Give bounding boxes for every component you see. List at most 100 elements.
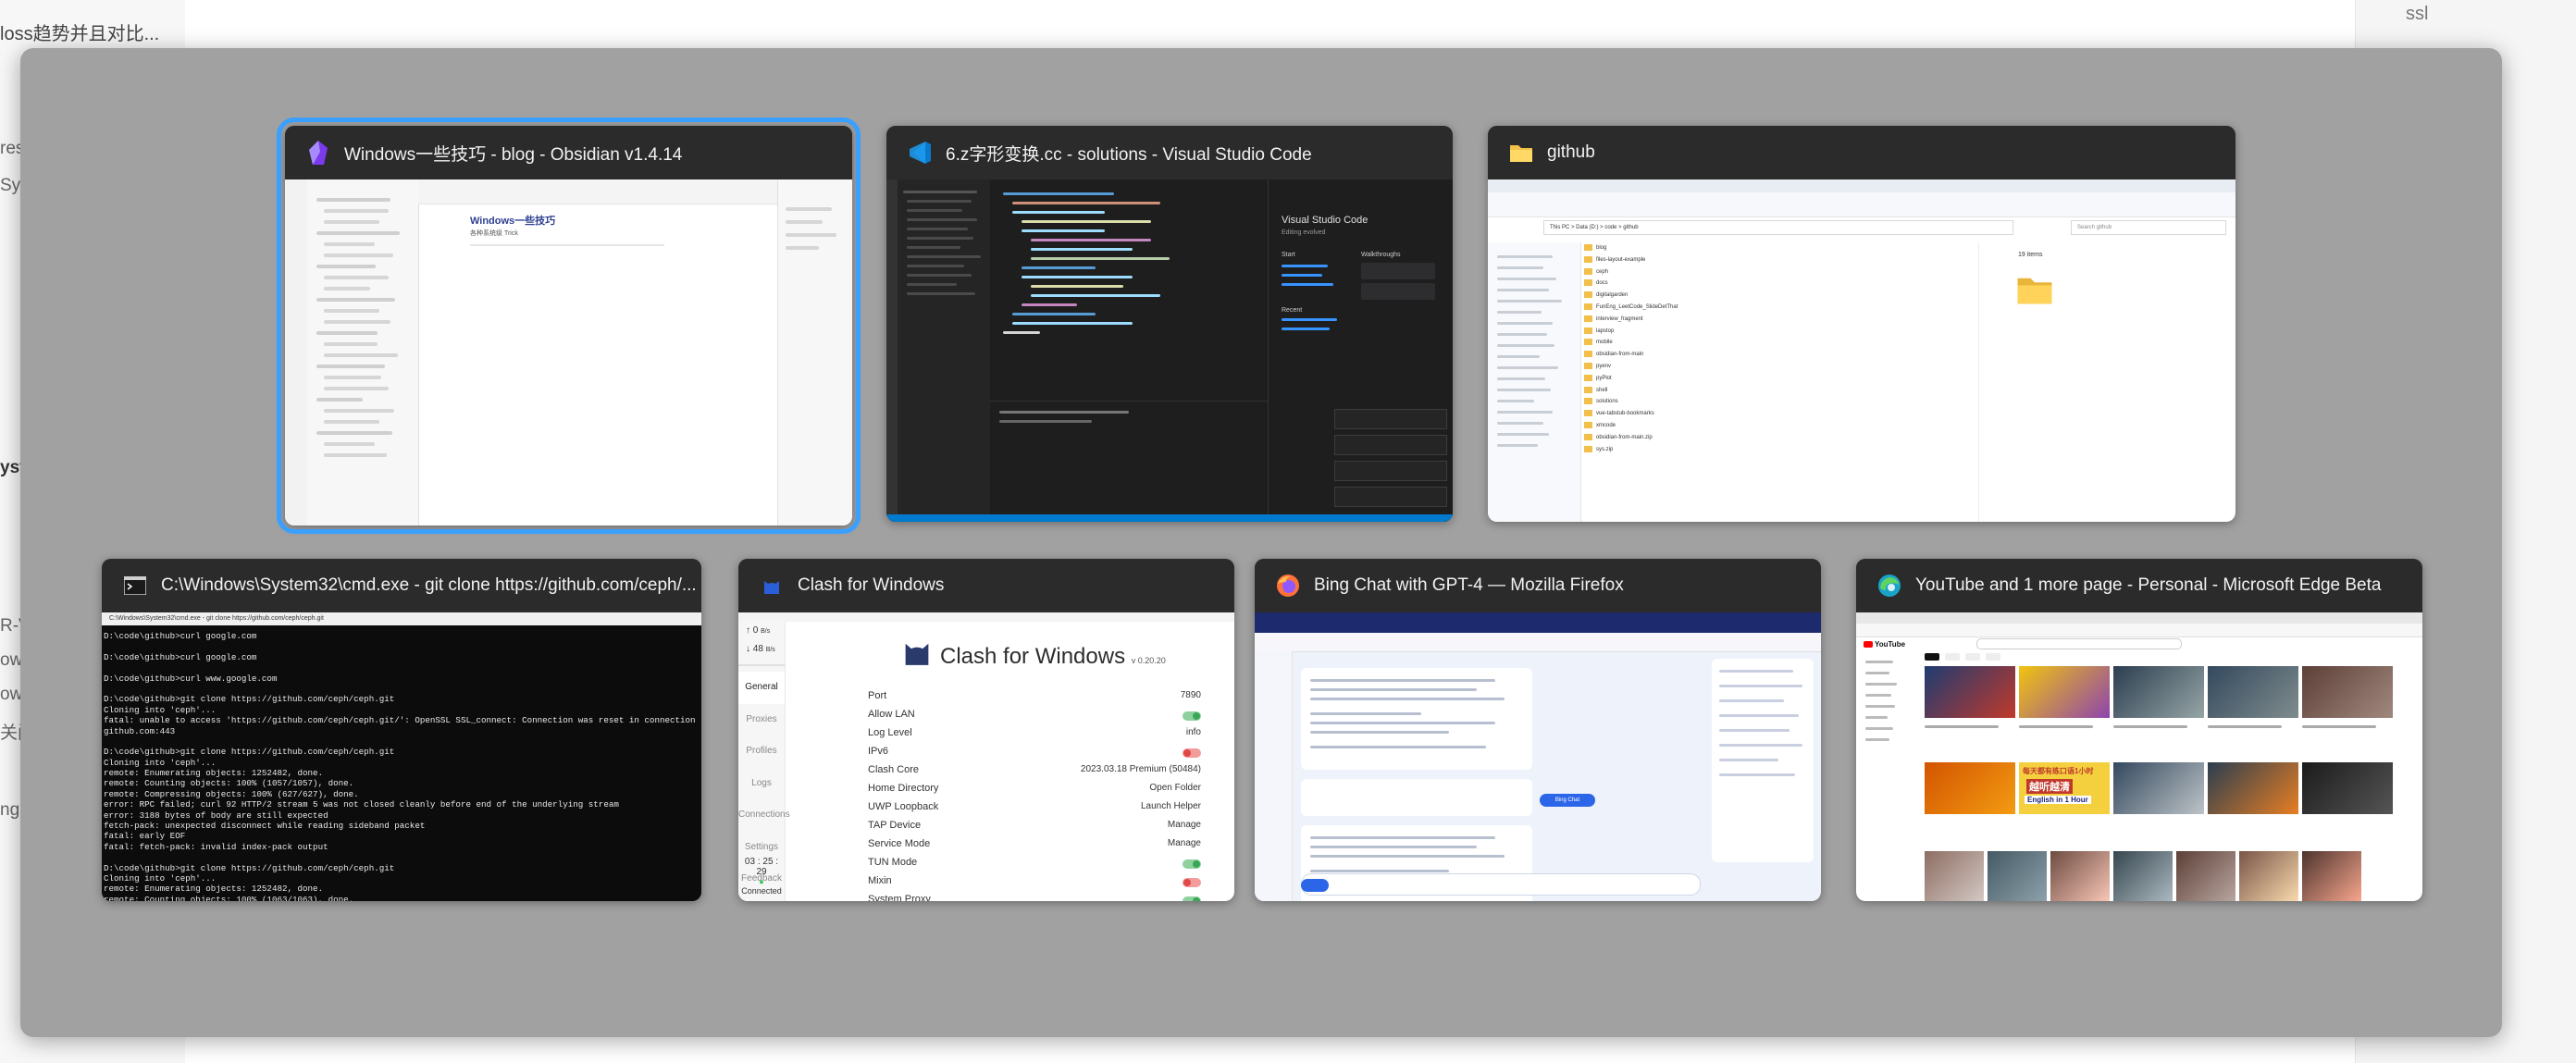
- clash-setting-row: UWP Loopback Launch Helper: [868, 801, 1201, 820]
- explorer-folder-row[interactable]: obsidian-from-main: [1580, 351, 1969, 362]
- explorer-folder-row[interactable]: pyPlot: [1580, 374, 1969, 386]
- clash-setting-label: UWP Loopback: [868, 801, 939, 812]
- folder-icon: [1584, 267, 1592, 275]
- clash-setting-value[interactable]: info: [1186, 727, 1201, 737]
- folder-icon: [1584, 363, 1592, 369]
- clash-setting-label: System Proxy: [868, 894, 931, 901]
- clash-setting-label: TUN Mode: [868, 857, 918, 868]
- clash-setting-row: Home Directory Open Folder: [868, 783, 1201, 801]
- explorer-folder-row[interactable]: files-layout-example: [1580, 255, 1969, 267]
- clash-toggle[interactable]: [1183, 748, 1201, 758]
- cmd-line: remote: Compressing objects: 100% (627/6…: [104, 788, 359, 799]
- obsidian-preview: Windows一些技巧 各种系统级 Trick: [285, 179, 852, 525]
- explorer-folder-row[interactable]: mobile: [1580, 339, 1969, 350]
- explorer-folder-row[interactable]: ceph: [1580, 267, 1969, 279]
- obsidian-icon: [305, 140, 331, 166]
- clash-setting-value[interactable]: 7890: [1181, 690, 1201, 700]
- background-fragment: ow: [0, 685, 23, 704]
- explorer-folder-name: interview_fragment: [1596, 315, 1643, 322]
- explorer-folder-row[interactable]: blog: [1580, 244, 1969, 255]
- explorer-folder-row[interactable]: vue-tabstub-bookmarks: [1580, 410, 1969, 421]
- explorer-folder-row[interactable]: interview_fragment: [1580, 315, 1969, 327]
- folder-icon: [1584, 303, 1592, 310]
- clash-nav-connections[interactable]: Connections: [738, 799, 790, 832]
- explorer-preview: This PC > Data (D:) > code > github Sear…: [1488, 179, 2235, 522]
- folder-icon: [1584, 398, 1592, 405]
- explorer-folder-name: vue-tabstub-bookmarks: [1596, 411, 1654, 417]
- cmd-line: [104, 662, 698, 673]
- folder-icon: [1584, 410, 1592, 417]
- explorer-folder-row[interactable]: sys.zip: [1580, 445, 1969, 457]
- obsidian-note-sub: 各种系统级 Trick: [470, 230, 518, 237]
- cmd-output: D:\code\github>curl google.com D:\code\gi…: [104, 631, 698, 901]
- clash-nav-logs[interactable]: Logs: [738, 768, 785, 800]
- explorer-folder-name: blog: [1596, 245, 1607, 252]
- clash-timer: 03 : 25 : 29: [744, 857, 779, 877]
- window-thumbnail-vscode[interactable]: 6.z字形变换.cc - solutions - Visual Studio C…: [886, 126, 1453, 522]
- clash-nav-profiles[interactable]: Profiles: [738, 735, 785, 768]
- cmd-line: D:\code\github>git clone https://github.…: [104, 862, 395, 873]
- clash-setting-value[interactable]: Manage: [1168, 820, 1201, 830]
- folder-icon: [1584, 244, 1592, 251]
- explorer-folder-name: lapstop: [1596, 328, 1615, 334]
- explorer-folder-row[interactable]: xmcode: [1580, 422, 1969, 433]
- clash-status: ● Connected: [741, 877, 782, 896]
- explorer-folder-row[interactable]: lapstop: [1580, 327, 1969, 339]
- explorer-items-count: 19 items: [2018, 252, 2043, 258]
- cmd-inner-title: C:\Windows\System32\cmd.exe - git clone …: [102, 612, 701, 625]
- clash-setting-label: IPv6: [868, 746, 889, 757]
- window-thumbnail-firefox[interactable]: Bing Chat with GPT-4 — Mozilla Firefox B…: [1255, 559, 1821, 901]
- clash-icon: [759, 573, 785, 599]
- explorer-folder-row[interactable]: FunEng_LeetCode_SlideDetThat: [1580, 303, 1969, 315]
- window-thumbnail-clash[interactable]: Clash for Windows ↑ 0 B/s ↓ 48 B/s Gener…: [738, 559, 1234, 901]
- explorer-folder-name: digitalgarden: [1596, 292, 1629, 299]
- clash-nav-general[interactable]: General: [738, 672, 785, 704]
- youtube-banner-thumbnail[interactable]: 每天都有练口语1小时 越听越清 English in 1 Hour: [2019, 762, 2110, 814]
- window-thumbnail-obsidian[interactable]: Windows一些技巧 - blog - Obsidian v1.4.14 Wi…: [277, 117, 861, 534]
- explorer-folder-row[interactable]: solutions: [1580, 398, 1969, 409]
- explorer-folder-row[interactable]: shell: [1580, 386, 1969, 398]
- clash-setting-value[interactable]: 2023.03.18 Premium (50484): [1081, 764, 1201, 774]
- explorer-folder-row[interactable]: docs: [1580, 279, 1969, 290]
- clash-setting-row: System Proxy: [868, 894, 1201, 901]
- youtube-logo: YouTube: [1864, 640, 1905, 649]
- clash-setting-row: Log Level info: [868, 727, 1201, 746]
- folder-icon: [1584, 422, 1592, 428]
- window-thumbnail-edge[interactable]: YouTube and 1 more page - Personal - Mic…: [1856, 559, 2422, 901]
- firefox-preview: Bing Chat: [1255, 612, 1821, 901]
- cmd-line: fatal: early EOF: [104, 831, 186, 842]
- window-titlebar: C:\Windows\System32\cmd.exe - git clone …: [102, 559, 701, 612]
- explorer-folder-name: shell: [1596, 387, 1608, 393]
- clash-setting-value[interactable]: Launch Helper: [1141, 801, 1201, 811]
- clash-toggle[interactable]: [1183, 878, 1201, 887]
- clash-setting-label: Mixin: [868, 875, 892, 886]
- folder-icon: [1584, 279, 1592, 287]
- clash-toggle[interactable]: [1183, 859, 1201, 869]
- explorer-folder-row[interactable]: digitalgarden: [1580, 291, 1969, 303]
- explorer-folder-row[interactable]: pyenv: [1580, 363, 1969, 374]
- cmd-line: fatal: unable to access 'https://github.…: [104, 715, 698, 726]
- window-titlebar: Bing Chat with GPT-4 — Mozilla Firefox: [1255, 559, 1821, 612]
- edge-preview: YouTube 每天都有练口语1小时 越听越清 English in 1 Hou…: [1856, 612, 2422, 901]
- bing-chat-pill[interactable]: Bing Chat: [1540, 794, 1595, 807]
- window-thumbnail-cmd[interactable]: C:\Windows\System32\cmd.exe - git clone …: [102, 559, 701, 901]
- clash-setting-value[interactable]: Manage: [1168, 838, 1201, 848]
- window-thumbnail-explorer[interactable]: github This PC > Data (D:) > code > gith…: [1488, 126, 2235, 522]
- vscode-icon: [907, 140, 933, 166]
- clash-toggle[interactable]: [1183, 711, 1201, 721]
- cmd-line: D:\code\github>git clone https://github.…: [104, 694, 395, 705]
- clash-setting-value[interactable]: Open Folder: [1149, 783, 1201, 793]
- cmd-line: [104, 684, 698, 694]
- cmd-line: remote: Enumerating objects: 1252482, do…: [104, 768, 324, 779]
- task-view: Windows一些技巧 - blog - Obsidian v1.4.14 Wi…: [20, 48, 2502, 1037]
- background-fragment: ng: [0, 800, 20, 820]
- folder-icon: [2016, 274, 2053, 310]
- explorer-folder-row[interactable]: obsidian-from-main.zip: [1580, 433, 1969, 445]
- clash-nav-proxies[interactable]: Proxies: [738, 704, 785, 736]
- window-titlebar: Clash for Windows: [738, 559, 1234, 612]
- vscode-welcome-title: Visual Studio Code: [1282, 215, 1368, 226]
- explorer-folder-name: obsidian-from-main.zip: [1596, 434, 1653, 440]
- folder-icon: [1584, 445, 1592, 452]
- clash-setting-label: TAP Device: [868, 820, 922, 831]
- clash-toggle[interactable]: [1183, 896, 1201, 901]
